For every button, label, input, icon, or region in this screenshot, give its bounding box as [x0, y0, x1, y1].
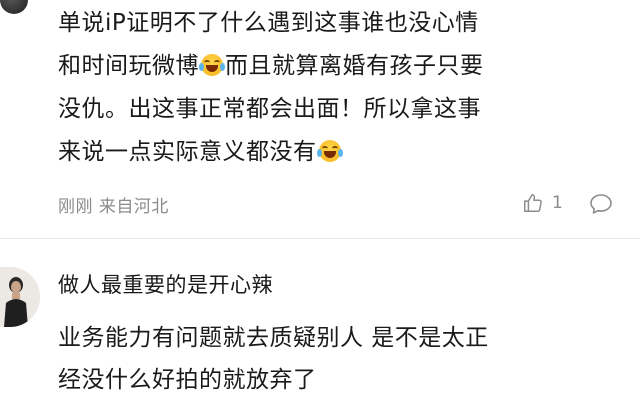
comment-meta: 刚刚 来自河北: [58, 197, 169, 217]
avatar[interactable]: [0, 0, 28, 14]
comment-text-segment: 和时间玩微博: [58, 53, 199, 79]
comment-text-line: 来说一点实际意义都没有: [58, 131, 628, 174]
comment-item: 单说iP证明不了什么遇到这事谁也没心情 和时间玩微博 而且就算离婚有孩子只要 没仇…: [0, 0, 640, 238]
comment-text: 单说iP证明不了什么遇到这事谁也没心情 和时间玩微博 而且就算离婚有孩子只要 没仇…: [58, 2, 628, 174]
reply-button[interactable]: [589, 193, 613, 219]
comment-text-line: 没仇。出这事正常都会出面！所以拿这事: [58, 96, 481, 122]
comment-text-line: 经没什么好拍的就放弃了: [58, 367, 317, 393]
comment-bubble-icon: [590, 194, 612, 214]
comment-text: 业务能力有问题就去质疑别人 是不是太正 经没什么好拍的就放弃了: [58, 317, 628, 401]
avatar[interactable]: [0, 267, 40, 327]
username[interactable]: 做人最重要的是开心辣: [58, 269, 273, 299]
laughing-tears-emoji-icon: [316, 140, 343, 162]
comment-text-segment: 而且就算离婚有孩子只要: [225, 53, 484, 79]
thumbs-up-icon: [524, 194, 542, 212]
comment-item: 做人最重要的是开心辣 业务能力有问题就去质疑别人 是不是太正 经没什么好拍的就放…: [0, 239, 640, 411]
comment-text-line: 单说iP证明不了什么遇到这事谁也没心情: [58, 10, 479, 36]
comment-text-segment: 来说一点实际意义都没有: [58, 139, 317, 165]
comment-text-line: 和时间玩微博 而且就算离婚有孩子只要: [58, 45, 628, 88]
like-count: 1: [552, 193, 563, 213]
laughing-tears-emoji-icon: [199, 54, 225, 76]
like-button[interactable]: 1: [522, 192, 563, 214]
person-avatar-image: [0, 267, 40, 327]
comment-text-line: 业务能力有问题就去质疑别人 是不是太正: [58, 325, 489, 351]
